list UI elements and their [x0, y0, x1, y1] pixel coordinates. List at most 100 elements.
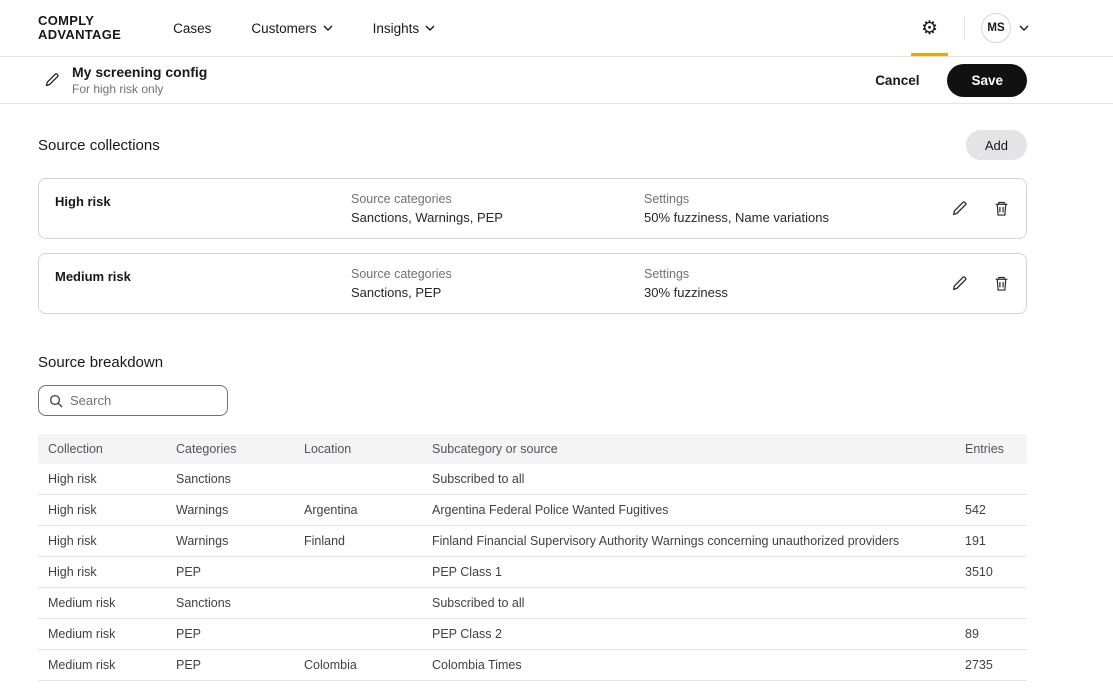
collection-cards: High risk Source categories Sanctions, W… — [38, 178, 1027, 314]
trash-icon — [993, 200, 1010, 217]
table-row: Medium risk PEP Colombia Colombia Times … — [38, 650, 1027, 681]
collection-settings: Settings 30% fuzziness — [644, 267, 934, 300]
collection-card: High risk Source categories Sanctions, W… — [38, 178, 1027, 239]
cell-collection: Medium risk — [38, 596, 166, 610]
nav-item-label: Cases — [173, 21, 211, 36]
table-row: Medium risk PEP PEP Class 2 89 — [38, 619, 1027, 650]
field-value: Sanctions, PEP — [351, 285, 644, 300]
top-nav-right: ⚙ MS — [911, 0, 1029, 56]
source-collections-header: Source collections Add — [38, 130, 1027, 160]
header-actions: Cancel Save — [875, 64, 1027, 97]
section-heading: Source collections — [38, 137, 160, 154]
cell-categories: Warnings — [166, 534, 294, 548]
cell-entries: 191 — [955, 534, 1027, 548]
cancel-button[interactable]: Cancel — [875, 73, 919, 88]
cell-collection: Medium risk — [38, 658, 166, 672]
search-icon — [49, 394, 63, 408]
section-heading-breakdown: Source breakdown — [38, 354, 1027, 371]
cell-subcategory: Subscribed to all — [422, 596, 955, 610]
cell-categories: Sanctions — [166, 472, 294, 486]
cell-entries: 2735 — [955, 658, 1027, 672]
field-value: 30% fuzziness — [644, 285, 934, 300]
nav-items: Cases Customers Insights — [173, 0, 455, 56]
source-breakdown-table: Collection Categories Location Subcatego… — [38, 434, 1027, 681]
settings-button[interactable]: ⚙ — [911, 0, 948, 56]
user-menu[interactable]: MS — [981, 0, 1029, 56]
cell-collection: High risk — [38, 503, 166, 517]
complyadvantage-logo[interactable]: COMPLY ADVANTAGE — [38, 14, 121, 43]
gear-icon: ⚙ — [921, 19, 938, 38]
cell-categories: PEP — [166, 627, 294, 641]
cell-collection: High risk — [38, 565, 166, 579]
table-header-row: Collection Categories Location Subcatego… — [38, 434, 1027, 464]
config-title-block: My screening config For high risk only — [72, 64, 207, 96]
chevron-down-icon — [323, 25, 333, 31]
cell-entries: 3510 — [955, 565, 1027, 579]
collection-name: Medium risk — [55, 267, 351, 284]
delete-collection-button[interactable] — [993, 275, 1010, 292]
collection-categories: Source categories Sanctions, PEP — [351, 267, 644, 300]
table-row: High risk PEP PEP Class 1 3510 — [38, 557, 1027, 588]
cell-entries: 89 — [955, 627, 1027, 641]
field-value: 50% fuzziness, Name variations — [644, 210, 934, 225]
cell-subcategory: Subscribed to all — [422, 472, 955, 486]
field-label: Source categories — [351, 192, 644, 206]
card-actions — [951, 200, 1010, 217]
logo-line-2: ADVANTAGE — [38, 28, 121, 42]
nav-item-cases[interactable]: Cases — [173, 0, 231, 56]
collection-categories: Source categories Sanctions, Warnings, P… — [351, 192, 644, 225]
cell-location: Finland — [294, 534, 422, 548]
table-row: High risk Warnings Argentina Argentina F… — [38, 495, 1027, 526]
add-collection-button[interactable]: Add — [966, 130, 1027, 160]
nav-divider — [964, 16, 965, 40]
delete-collection-button[interactable] — [993, 200, 1010, 217]
save-button[interactable]: Save — [947, 64, 1027, 97]
cell-subcategory: PEP Class 1 — [422, 565, 955, 579]
config-header: My screening config For high risk only C… — [0, 57, 1113, 104]
top-nav: COMPLY ADVANTAGE Cases Customers Insight… — [0, 0, 1113, 57]
edit-collection-button[interactable] — [951, 275, 968, 292]
collection-settings: Settings 50% fuzziness, Name variations — [644, 192, 934, 225]
page-subtitle: For high risk only — [72, 82, 207, 96]
col-header-subcategory: Subcategory or source — [422, 442, 955, 456]
table-row: Medium risk Sanctions Subscribed to all — [38, 588, 1027, 619]
nav-item-label: Insights — [373, 21, 420, 36]
edit-collection-button[interactable] — [951, 200, 968, 217]
main-content: Source collections Add High risk Source … — [0, 130, 1113, 681]
card-actions — [951, 275, 1010, 292]
field-label: Settings — [644, 192, 934, 206]
col-header-categories: Categories — [166, 442, 294, 456]
search-input[interactable] — [70, 393, 217, 408]
col-header-location: Location — [294, 442, 422, 456]
field-label: Source categories — [351, 267, 644, 281]
cell-subcategory: Argentina Federal Police Wanted Fugitive… — [422, 503, 955, 517]
table-row: High risk Warnings Finland Finland Finan… — [38, 526, 1027, 557]
page-title: My screening config — [72, 64, 207, 81]
collection-name: High risk — [55, 192, 351, 209]
nav-item-insights[interactable]: Insights — [353, 0, 456, 56]
nav-item-customers[interactable]: Customers — [231, 0, 352, 56]
cell-location: Argentina — [294, 503, 422, 517]
cell-categories: Sanctions — [166, 596, 294, 610]
cell-collection: High risk — [38, 472, 166, 486]
nav-item-label: Customers — [251, 21, 316, 36]
cell-entries: 542 — [955, 503, 1027, 517]
cell-categories: PEP — [166, 565, 294, 579]
avatar: MS — [981, 13, 1011, 43]
edit-pencil-icon[interactable] — [44, 72, 60, 88]
trash-icon — [993, 275, 1010, 292]
cell-categories: PEP — [166, 658, 294, 672]
logo-line-1: COMPLY — [38, 14, 121, 28]
cell-subcategory: Colombia Times — [422, 658, 955, 672]
field-label: Settings — [644, 267, 934, 281]
chevron-down-icon — [1019, 25, 1029, 31]
cell-categories: Warnings — [166, 503, 294, 517]
cell-collection: Medium risk — [38, 627, 166, 641]
pencil-icon — [951, 200, 968, 217]
cell-location: Colombia — [294, 658, 422, 672]
field-value: Sanctions, Warnings, PEP — [351, 210, 644, 225]
cell-subcategory: Finland Financial Supervisory Authority … — [422, 534, 955, 548]
col-header-entries: Entries — [955, 442, 1027, 456]
pencil-icon — [951, 275, 968, 292]
chevron-down-icon — [425, 25, 435, 31]
